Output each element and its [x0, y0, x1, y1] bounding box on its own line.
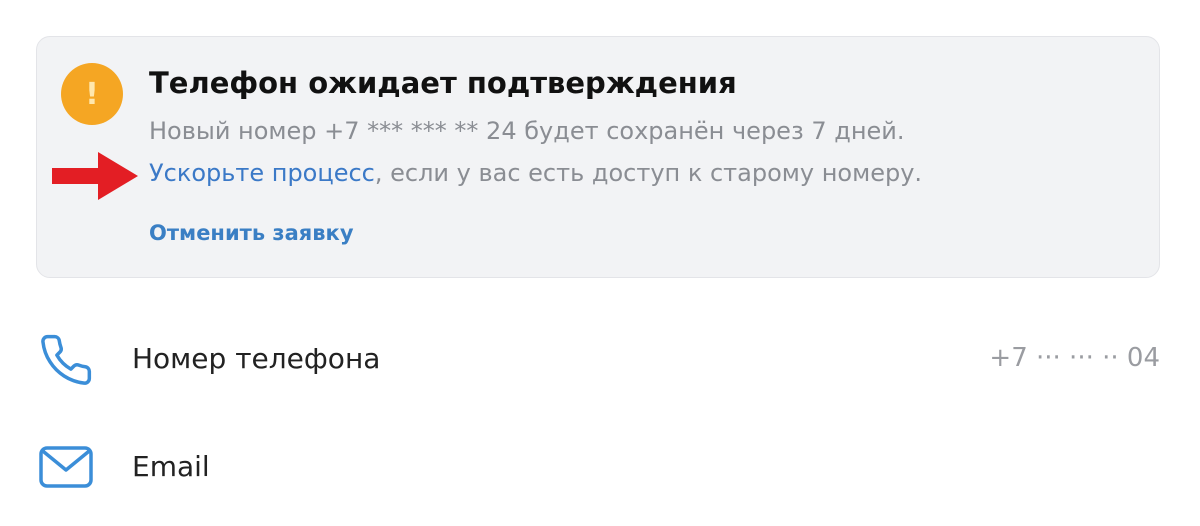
speed-up-description: , если у вас есть доступ к старому номер… [374, 159, 923, 187]
phone-number-value: +7 ··· ··· ·· 04 [989, 343, 1160, 373]
phone-number-row[interactable]: Номер телефона +7 ··· ··· ·· 04 [0, 330, 1200, 390]
warning-icon: ! [61, 63, 123, 125]
notice-description: Новый номер +7 *** *** ** 24 будет сохра… [149, 117, 905, 145]
phone-icon [41, 334, 92, 385]
notice-title: Телефон ожидает подтверждения [149, 66, 737, 100]
phone-number-label: Номер телефона [132, 342, 381, 375]
cancel-request-link[interactable]: Отменить заявку [149, 221, 354, 245]
account-contacts-page: ! Телефон ожидает подтверждения Новый но… [0, 0, 1200, 526]
notice-speed-up-line: Ускорьте процесс, если у вас есть доступ… [149, 159, 922, 187]
mail-icon [39, 446, 93, 488]
speed-up-link[interactable]: Ускорьте процесс [149, 159, 375, 187]
warning-symbol: ! [85, 76, 99, 112]
red-arrow-icon [52, 152, 138, 200]
email-label: Email [132, 450, 210, 483]
email-row[interactable]: Email [0, 438, 1200, 498]
